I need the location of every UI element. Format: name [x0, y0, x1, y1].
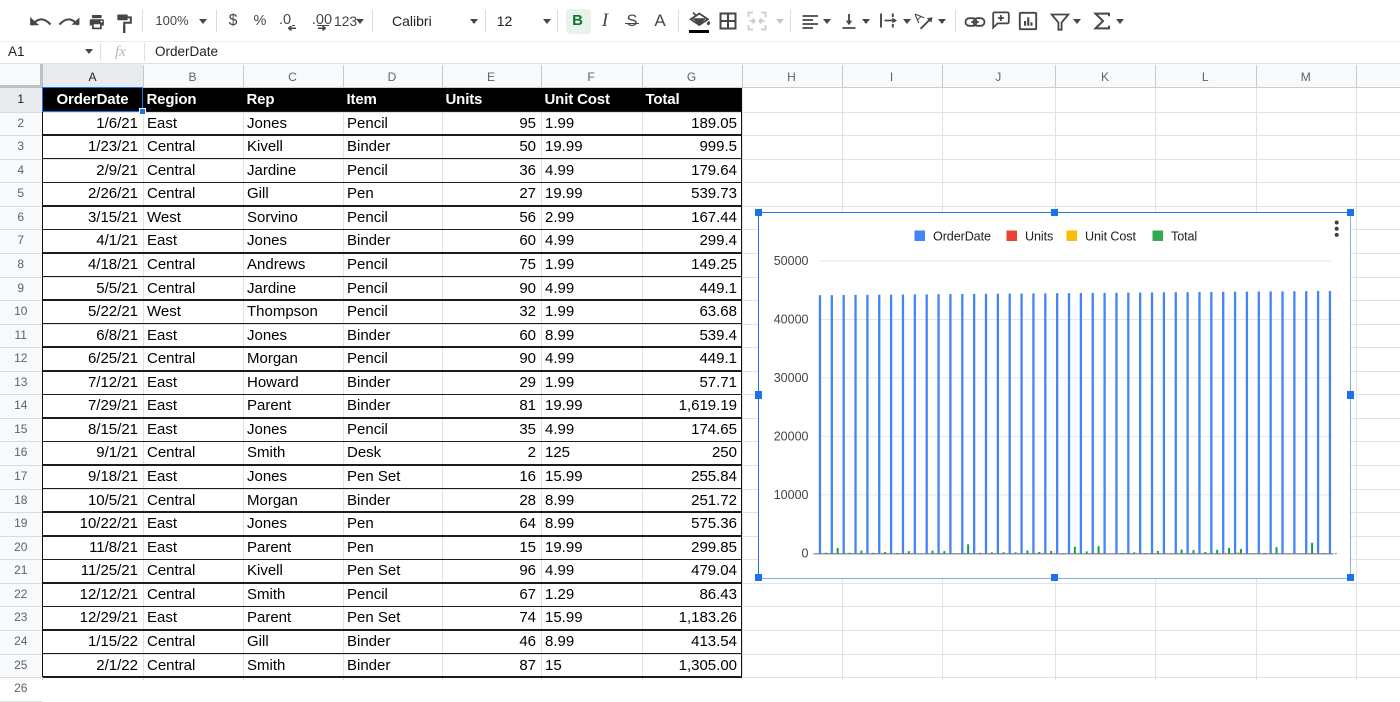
svg-text:50000: 50000 — [773, 254, 808, 268]
svg-text:Total: Total — [1171, 229, 1197, 243]
svg-text:A: A — [913, 9, 927, 26]
svg-text:OrderDate: OrderDate — [933, 229, 991, 243]
svg-text:0: 0 — [801, 546, 808, 560]
svg-text:Unit Cost: Unit Cost — [1085, 229, 1136, 243]
svg-text:20000: 20000 — [773, 429, 808, 443]
svg-text:10000: 10000 — [773, 488, 808, 502]
svg-text:30000: 30000 — [773, 371, 808, 385]
svg-text:40000: 40000 — [773, 312, 808, 326]
svg-text:Units: Units — [1025, 229, 1053, 243]
